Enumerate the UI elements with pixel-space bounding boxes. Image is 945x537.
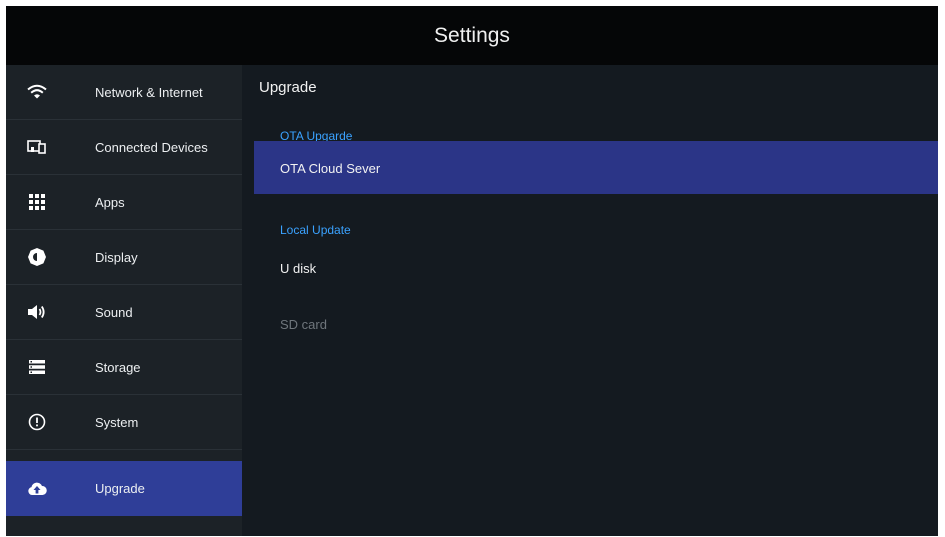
sidebar: Network & Internet Connected Devices App… bbox=[6, 65, 242, 536]
title-bar: Settings bbox=[6, 6, 938, 65]
option-ota-cloud-server-label: OTA Cloud Sever bbox=[280, 161, 381, 176]
wifi-icon bbox=[26, 81, 48, 103]
main-content: Upgrade OTA Upgarde OTA Cloud Sever Loca… bbox=[242, 65, 938, 536]
sidebar-item-label: Connected Devices bbox=[95, 139, 208, 155]
section-header-local-update: Local Update bbox=[280, 223, 351, 237]
sidebar-item-system[interactable]: System bbox=[6, 395, 242, 450]
sidebar-item-connected-devices[interactable]: Connected Devices bbox=[6, 120, 242, 175]
sidebar-item-network[interactable]: Network & Internet bbox=[6, 65, 242, 120]
sidebar-item-label: Storage bbox=[95, 359, 141, 375]
option-sd-card: SD card bbox=[280, 317, 327, 332]
sidebar-item-upgrade[interactable]: Upgrade bbox=[6, 461, 242, 516]
page-title: Settings bbox=[434, 23, 510, 47]
sidebar-item-label: Apps bbox=[95, 194, 125, 210]
sidebar-item-label: Sound bbox=[95, 304, 133, 320]
sidebar-item-sound[interactable]: Sound bbox=[6, 285, 242, 340]
section-title: Upgrade bbox=[259, 79, 317, 96]
sidebar-item-label: System bbox=[95, 414, 139, 430]
sidebar-item-apps[interactable]: Apps bbox=[6, 175, 242, 230]
storage-icon bbox=[26, 356, 48, 378]
cloud-upload-icon bbox=[26, 478, 48, 500]
apps-grid-icon bbox=[26, 191, 48, 213]
sidebar-item-label: Upgrade bbox=[95, 481, 145, 496]
brightness-icon bbox=[26, 246, 48, 268]
sidebar-item-label: Display bbox=[95, 249, 138, 265]
speaker-icon bbox=[26, 301, 48, 323]
sidebar-item-label: Network & Internet bbox=[95, 84, 203, 100]
info-icon bbox=[26, 411, 48, 433]
option-u-disk[interactable]: U disk bbox=[280, 261, 316, 276]
devices-icon bbox=[26, 136, 48, 158]
settings-screen: Settings Network & Internet Connected De… bbox=[6, 6, 938, 536]
sidebar-item-storage[interactable]: Storage bbox=[6, 340, 242, 395]
sidebar-item-display[interactable]: Display bbox=[6, 230, 242, 285]
